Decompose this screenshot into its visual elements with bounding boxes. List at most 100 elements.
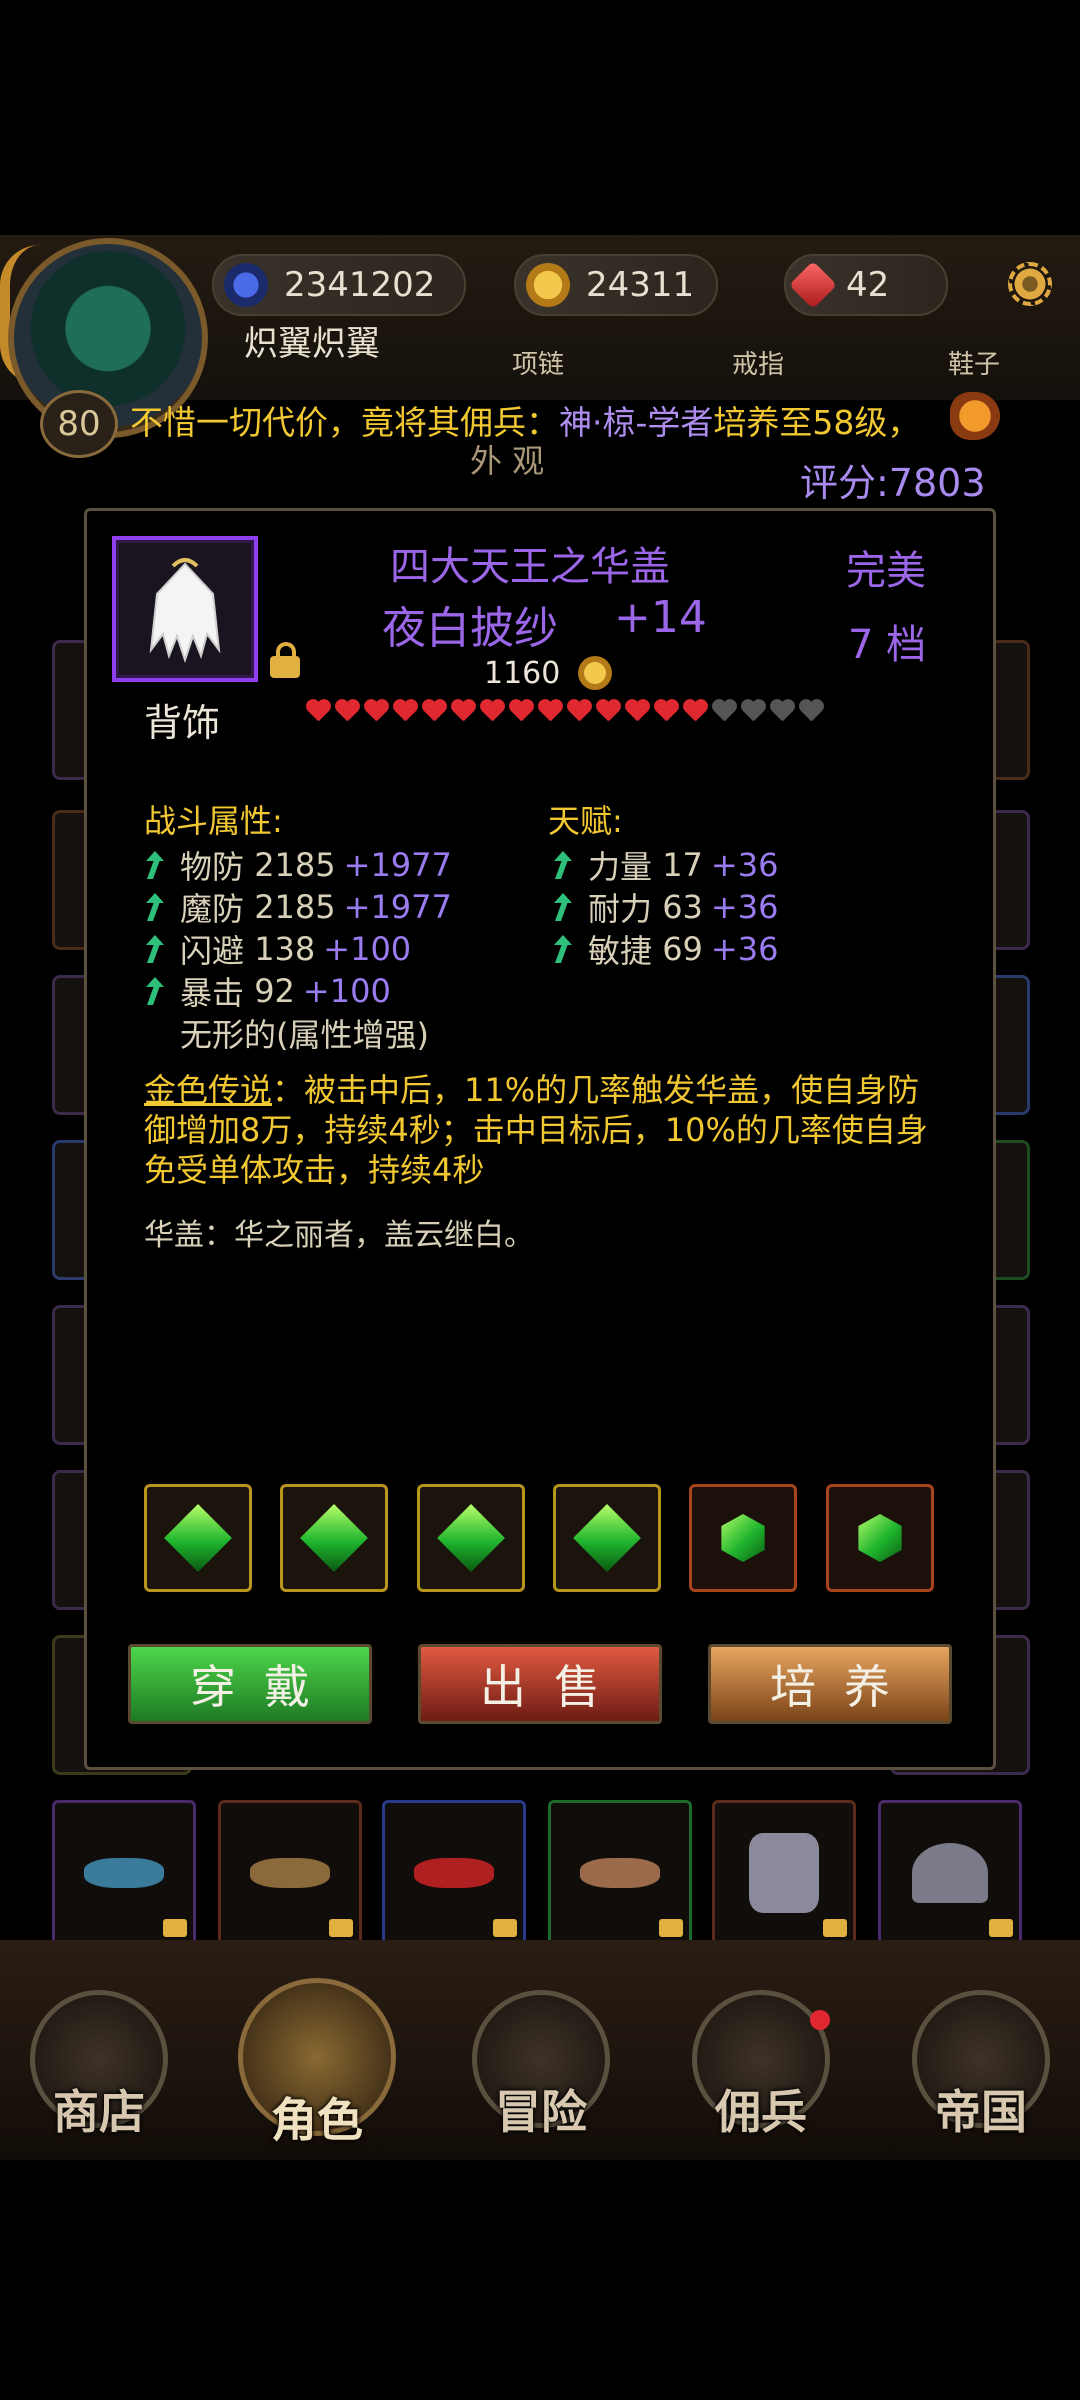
green-diamond-gem-icon (437, 1504, 505, 1572)
gem-socket[interactable] (689, 1484, 797, 1592)
gem-socket[interactable] (417, 1484, 525, 1592)
item-name: 夜白披纱 (382, 603, 558, 654)
attr-bonus: +1977 (343, 846, 452, 884)
attr-bonus: +36 (710, 846, 779, 884)
nav-empire[interactable]: 帝国 (906, 1990, 1056, 2142)
star-rating-hearts (306, 700, 828, 725)
item-category: 背饰 (144, 701, 221, 745)
attr-name: 物防 (180, 848, 245, 886)
attr-base: 69 (662, 930, 703, 968)
item-icon-frame (112, 536, 258, 682)
heart-icon (306, 700, 331, 725)
talent-attr-row: 敏捷 69 +36 (552, 926, 778, 972)
nav-character[interactable]: 角色 (238, 1978, 396, 2150)
equip-button[interactable]: 穿戴 (128, 1644, 372, 1724)
marquee-suffix: 培养至58级， (713, 403, 921, 442)
lock-icon (493, 1919, 517, 1937)
legendary-effect: 金色传说：被击中后，11%的几率触发华盖，使自身防御增加8万，持续4秒；击中目标… (144, 1070, 944, 1190)
gem-socket[interactable] (144, 1484, 252, 1592)
affix-text: 无形的(属性增强) (180, 1016, 429, 1054)
combat-attr-row: 物防 2185 +1977 (144, 842, 452, 888)
heart-icon (567, 700, 592, 725)
heart-icon (538, 700, 563, 725)
inventory-slot[interactable] (52, 1800, 196, 1946)
slot-label-ring: 戒指 (732, 350, 785, 380)
inventory-slot[interactable] (548, 1800, 692, 1946)
attr-bonus: +1977 (343, 888, 452, 926)
combat-attr-row: 魔防 2185 +1977 (144, 884, 452, 930)
nav-shop[interactable]: 商店 (24, 1990, 174, 2142)
gold-value: 24311 (586, 265, 695, 305)
heart-icon (625, 700, 650, 725)
notification-dot (810, 2010, 830, 2030)
up-arrow-icon (552, 851, 572, 879)
lock-icon (989, 1919, 1013, 1937)
heart-icon (712, 700, 737, 725)
lock-icon[interactable] (270, 642, 300, 678)
heart-icon (596, 700, 621, 725)
nav-label: 商店 (53, 2085, 145, 2139)
megaphone-icon[interactable] (950, 392, 1000, 440)
green-hex-gem-icon (721, 1514, 765, 1562)
gem-socket[interactable] (553, 1484, 661, 1592)
up-arrow-icon (144, 851, 164, 879)
sapphire-value: 2341202 (284, 265, 436, 305)
attr-name: 暴击 (180, 974, 245, 1012)
ruby-gem-icon (788, 260, 838, 310)
attr-base: 2185 (254, 846, 336, 884)
leather-belt-icon (580, 1858, 660, 1888)
item-price: 1160 (484, 656, 561, 691)
flavor-text: 华盖：华之丽者，盖云继白。 (144, 1218, 534, 1253)
combat-attr-row: 暴击 92 +100 (144, 968, 391, 1014)
gem-socket[interactable] (826, 1484, 934, 1592)
marquee-hero: 神·椋-学者 (559, 403, 714, 442)
ruby-counter: 42 (784, 254, 948, 316)
gear-icon[interactable] (1008, 262, 1052, 306)
attr-name: 闪避 (180, 932, 245, 970)
ruby-value: 42 (846, 265, 890, 305)
inventory-slot[interactable] (382, 1800, 526, 1946)
attr-base: 17 (662, 846, 703, 884)
lock-icon (823, 1919, 847, 1937)
attr-bonus: +36 (710, 888, 779, 926)
inventory-slot[interactable] (878, 1800, 1022, 1946)
inventory-slot[interactable] (218, 1800, 362, 1946)
enhance-level: +14 (614, 592, 707, 643)
legendary-label: 金色传说 (144, 1071, 273, 1109)
tab-appearance[interactable]: 外 观 (470, 436, 544, 482)
heart-icon (770, 700, 795, 725)
nav-label: 佣兵 (715, 2085, 807, 2139)
up-arrow-icon (144, 977, 164, 1005)
heart-icon (393, 700, 418, 725)
green-diamond-gem-icon (164, 1504, 232, 1572)
slot-label-necklace: 项链 (512, 350, 565, 380)
attr-base: 138 (254, 930, 316, 968)
level-badge: 80 (40, 390, 118, 458)
up-arrow-icon (144, 935, 164, 963)
combat-attr-row: 闪避 138 +100 (144, 926, 411, 972)
red-belt-icon (414, 1858, 494, 1888)
gold-coin-icon (526, 263, 570, 307)
green-diamond-gem-icon (573, 1504, 641, 1572)
attr-bonus: +100 (323, 930, 412, 968)
heart-icon (422, 700, 447, 725)
heart-icon (654, 700, 679, 725)
gem-socket[interactable] (280, 1484, 388, 1592)
green-hex-gem-icon (858, 1514, 902, 1562)
attr-base: 92 (254, 972, 295, 1010)
nav-label: 冒险 (495, 2085, 587, 2139)
sell-button[interactable]: 出售 (418, 1644, 662, 1724)
up-arrow-icon (144, 893, 164, 921)
item-series: 四大天王之华盖 (390, 544, 670, 590)
attr-name: 力量 (588, 848, 653, 886)
attr-bonus: +36 (710, 930, 779, 968)
belt-icon (250, 1858, 330, 1888)
inventory-slot[interactable] (712, 1800, 856, 1946)
lock-icon (659, 1919, 683, 1937)
train-button[interactable]: 培养 (708, 1644, 952, 1724)
attr-base: 63 (662, 888, 703, 926)
nav-label: 角色 (271, 2093, 363, 2147)
nav-adventure[interactable]: 冒险 (466, 1990, 616, 2142)
attr-name: 魔防 (180, 890, 245, 928)
heart-icon (451, 700, 476, 725)
